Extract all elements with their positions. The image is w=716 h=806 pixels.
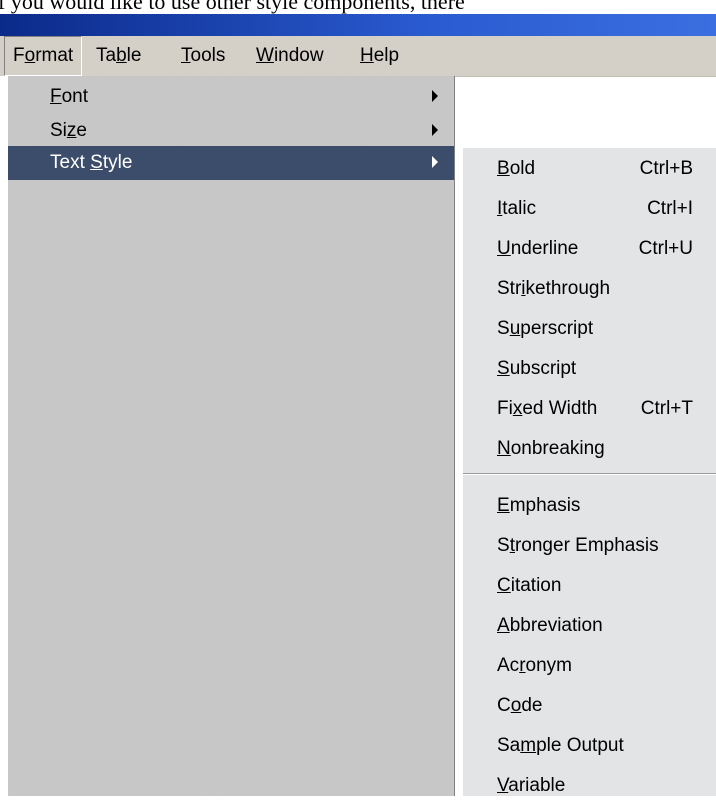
submenu-arrow-icon — [432, 124, 438, 136]
mnemonic-letter: B — [497, 158, 510, 179]
mnemonic-letter: C — [497, 575, 511, 596]
format-menu-item-font[interactable]: Font — [8, 80, 454, 114]
document-margin — [0, 76, 8, 796]
mnemonic-letter: i — [521, 278, 526, 299]
submenu-item-label: Underline — [497, 238, 579, 259]
submenu-item-stronger-emphasis[interactable]: Stronger Emphasis — [463, 526, 716, 566]
submenu-item-fixed-width[interactable]: Fixed Width Ctrl+T — [463, 389, 716, 429]
submenu-arrow-icon — [432, 156, 438, 168]
mnemonic-letter: F — [50, 86, 62, 107]
submenu-item-label: Abbreviation — [497, 615, 603, 636]
submenu-item-label: Acronym — [497, 655, 572, 676]
submenu-item-label: Citation — [497, 575, 562, 596]
format-menu-item-label: Font — [50, 86, 89, 107]
menu-format[interactable]: Format — [4, 36, 83, 76]
mnemonic-letter: I — [497, 198, 503, 219]
submenu-item-acronym[interactable]: Acronym — [463, 646, 716, 686]
shortcut-label: Ctrl+U — [638, 238, 693, 259]
format-menu-item-label: Text Style — [50, 152, 133, 173]
submenu-item-underline[interactable]: Underline Ctrl+U — [463, 229, 716, 269]
submenu-item-italic[interactable]: Italic Ctrl+I — [463, 189, 716, 229]
submenu-item-label: Italic — [497, 198, 537, 219]
menu-help[interactable]: Help — [352, 36, 407, 76]
mnemonic-letter: N — [497, 438, 511, 459]
submenu-item-subscript[interactable]: Subscript — [463, 349, 716, 389]
submenu-item-bold[interactable]: Bold Ctrl+B — [463, 149, 716, 189]
menu-separator — [463, 473, 716, 475]
submenu-item-nonbreaking[interactable]: Nonbreaking — [463, 429, 716, 469]
mnemonic-letter: m — [520, 735, 537, 756]
format-menu-item-text-style[interactable]: Text Style — [8, 146, 454, 180]
mnemonic-letter: H — [360, 45, 374, 66]
title-bar — [0, 14, 716, 36]
menu-table[interactable]: Table — [88, 36, 149, 76]
submenu-item-citation[interactable]: Citation — [463, 566, 716, 606]
submenu-item-label: Nonbreaking — [497, 438, 605, 459]
document-partial-text: f you would like to use other style comp… — [0, 0, 465, 14]
submenu-item-label: Emphasis — [497, 495, 581, 516]
submenu-item-emphasis[interactable]: Emphasis — [463, 486, 716, 526]
mnemonic-letter: x — [512, 398, 523, 419]
mnemonic-letter: S — [497, 358, 510, 379]
mnemonic-letter: o — [24, 45, 36, 66]
submenu-item-label: Variable — [497, 775, 566, 796]
mnemonic-letter: U — [497, 238, 511, 259]
menu-tools[interactable]: Tools — [173, 36, 233, 76]
submenu-item-label: Bold — [497, 158, 536, 179]
format-menu: Font Size Text Style — [8, 76, 455, 796]
submenu-item-label: Superscript — [497, 318, 594, 339]
submenu-item-label: Fixed Width — [497, 398, 598, 419]
shortcut-label: Ctrl+T — [640, 398, 693, 419]
mnemonic-letter: b — [116, 45, 127, 66]
menu-window[interactable]: Window — [248, 36, 332, 76]
submenu-item-label: Subscript — [497, 358, 577, 379]
mnemonic-letter: S — [90, 152, 103, 173]
mnemonic-letter: T — [181, 45, 191, 66]
submenu-item-label: Code — [497, 695, 543, 716]
mnemonic-letter: E — [497, 495, 510, 516]
shortcut-label: Ctrl+I — [647, 198, 693, 219]
submenu-item-label: Sample Output — [497, 735, 624, 756]
submenu-item-label: Stronger Emphasis — [497, 535, 659, 556]
mnemonic-letter: t — [509, 535, 515, 556]
submenu-arrow-icon — [432, 90, 438, 102]
document-text-strip: f you would like to use other style comp… — [0, 0, 716, 14]
submenu-item-sample-output[interactable]: Sample Output — [463, 726, 716, 766]
text-style-submenu: Bold Ctrl+B Italic Ctrl+I Underline Ctrl… — [462, 148, 716, 796]
mnemonic-letter: u — [509, 318, 521, 339]
menu-bar: Format Table Tools Window Help — [0, 36, 716, 77]
submenu-item-code[interactable]: Code — [463, 686, 716, 726]
mnemonic-letter: W — [256, 45, 274, 66]
format-menu-item-size[interactable]: Size — [8, 114, 454, 148]
mnemonic-letter: A — [497, 615, 510, 636]
submenu-item-variable[interactable]: Variable — [463, 766, 716, 806]
format-menu-item-label: Size — [50, 120, 87, 141]
mnemonic-letter: z — [66, 120, 77, 141]
mnemonic-letter: V — [497, 775, 509, 796]
submenu-item-abbreviation[interactable]: Abbreviation — [463, 606, 716, 646]
submenu-item-superscript[interactable]: Superscript — [463, 309, 716, 349]
mnemonic-letter: r — [519, 655, 526, 676]
submenu-item-strikethrough[interactable]: Strikethrough — [463, 269, 716, 309]
shortcut-label: Ctrl+B — [639, 158, 693, 179]
mnemonic-letter: o — [510, 695, 522, 716]
submenu-item-label: Strikethrough — [497, 278, 611, 299]
